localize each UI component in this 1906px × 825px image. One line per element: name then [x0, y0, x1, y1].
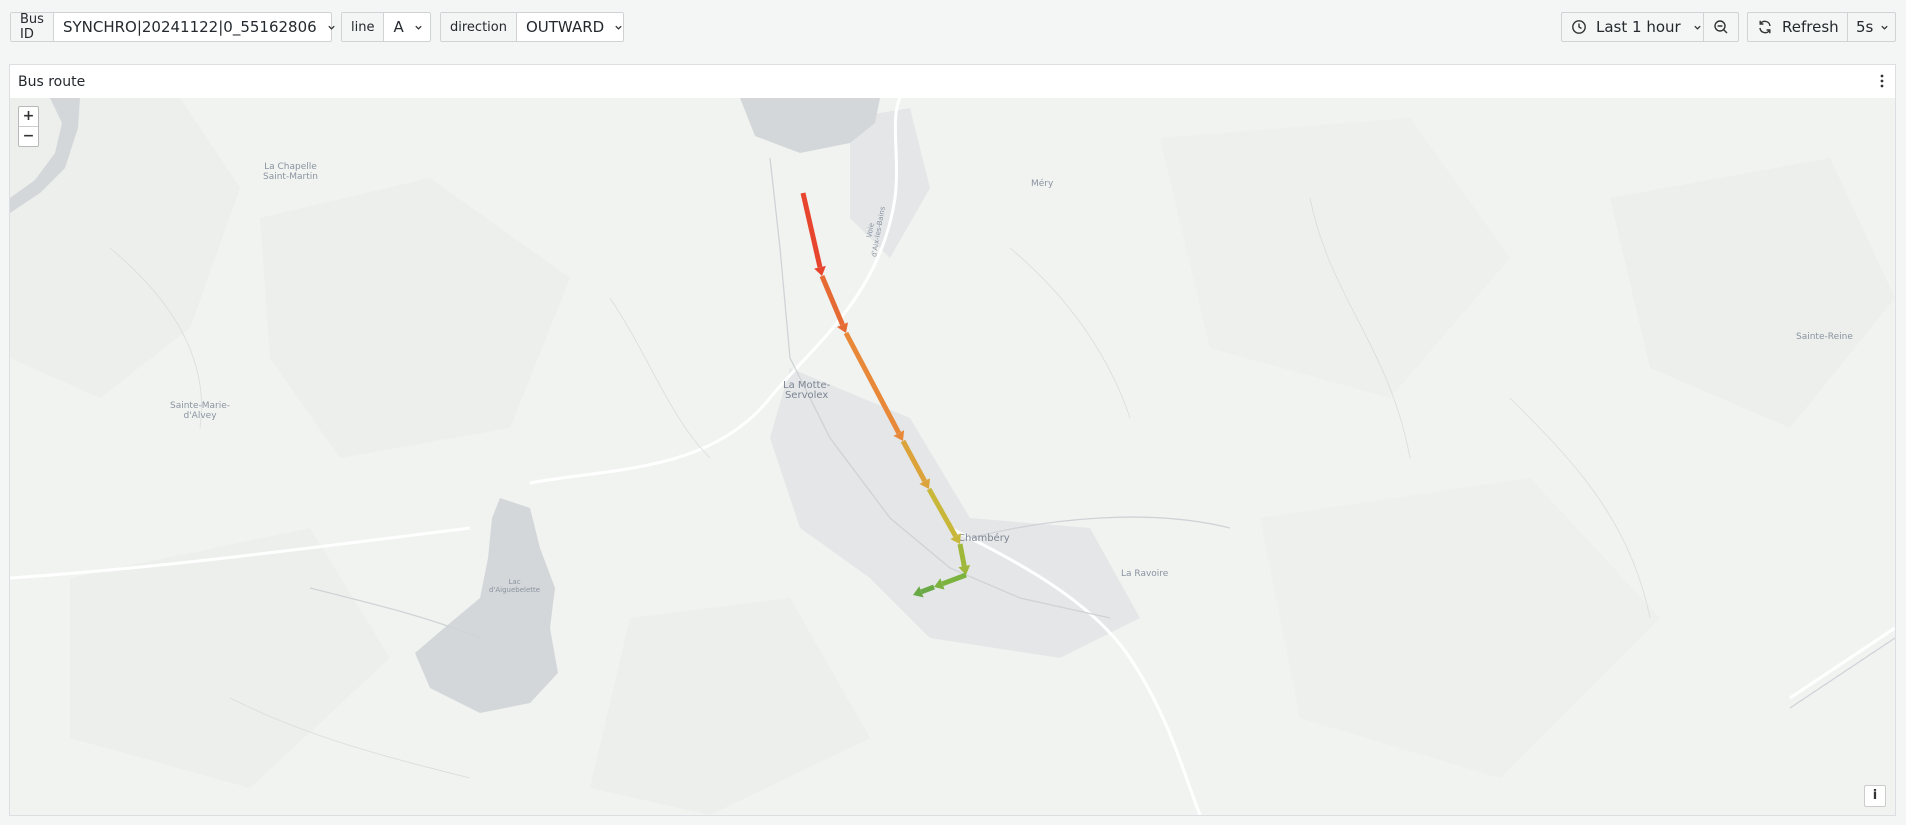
- bus-id-variable: Bus ID SYNCHRO|20241122|0_55162806: [10, 12, 335, 42]
- line-variable: line A: [341, 12, 431, 42]
- refresh-interval-picker[interactable]: 5s: [1847, 12, 1896, 42]
- line-label: line: [342, 13, 385, 41]
- zoom-out-icon: [1714, 20, 1728, 34]
- refresh-label: Refresh: [1782, 18, 1839, 36]
- zoom-out-button[interactable]: −: [19, 126, 38, 146]
- route-segment: [926, 487, 958, 538]
- bus-route-layer: [800, 192, 971, 598]
- route-segment: [957, 543, 967, 567]
- time-range-picker[interactable]: Last 1 hour: [1561, 12, 1704, 42]
- panel-title: Bus route: [18, 73, 86, 90]
- chevron-down-icon: [415, 25, 422, 30]
- route-segment: [800, 192, 823, 268]
- chevron-down-icon: [1881, 25, 1889, 30]
- zoom-in-button[interactable]: +: [19, 107, 38, 126]
- route-arrowhead: [814, 265, 826, 276]
- bus-id-label: Bus ID: [11, 12, 54, 42]
- dashboard-toolbar: Bus ID SYNCHRO|20241122|0_55162806 line …: [10, 12, 1896, 44]
- panel-header: Bus route: [10, 65, 1895, 98]
- direction-value: OUTWARD: [525, 18, 605, 36]
- map-zoom-controls: + −: [18, 106, 39, 147]
- panel-menu-icon[interactable]: [1879, 73, 1885, 89]
- bus-id-value: SYNCHRO|20241122|0_55162806: [62, 18, 317, 36]
- route-segment: [941, 572, 967, 587]
- direction-label: direction: [441, 13, 517, 41]
- chevron-down-icon: [615, 25, 622, 30]
- bus-route-panel: Bus route La Chapelle Saint-Martin Méry …: [9, 64, 1896, 816]
- clock-icon: [1572, 20, 1586, 34]
- route-segment: [843, 331, 902, 435]
- refresh-icon: [1759, 20, 1771, 34]
- chevron-down-icon: [1694, 25, 1701, 30]
- line-value: A: [393, 18, 404, 36]
- bus-id-select[interactable]: SYNCHRO|20241122|0_55162806: [54, 13, 345, 41]
- chevron-down-icon: [328, 25, 335, 30]
- map-view[interactable]: La Chapelle Saint-Martin Méry Sainte-Rei…: [10, 98, 1895, 815]
- direction-select[interactable]: OUTWARD: [517, 13, 632, 41]
- route-segment: [900, 439, 927, 483]
- direction-variable: direction OUTWARD: [440, 12, 624, 42]
- refresh-button[interactable]: Refresh: [1747, 12, 1848, 42]
- line-select[interactable]: A: [384, 13, 431, 41]
- time-range-label: Last 1 hour: [1596, 18, 1681, 36]
- refresh-interval-value: 5s: [1856, 18, 1874, 36]
- route-segment: [920, 584, 935, 595]
- zoom-out-time-button[interactable]: [1703, 12, 1739, 42]
- map-info-button[interactable]: i: [1864, 785, 1886, 807]
- route-segment: [819, 275, 845, 326]
